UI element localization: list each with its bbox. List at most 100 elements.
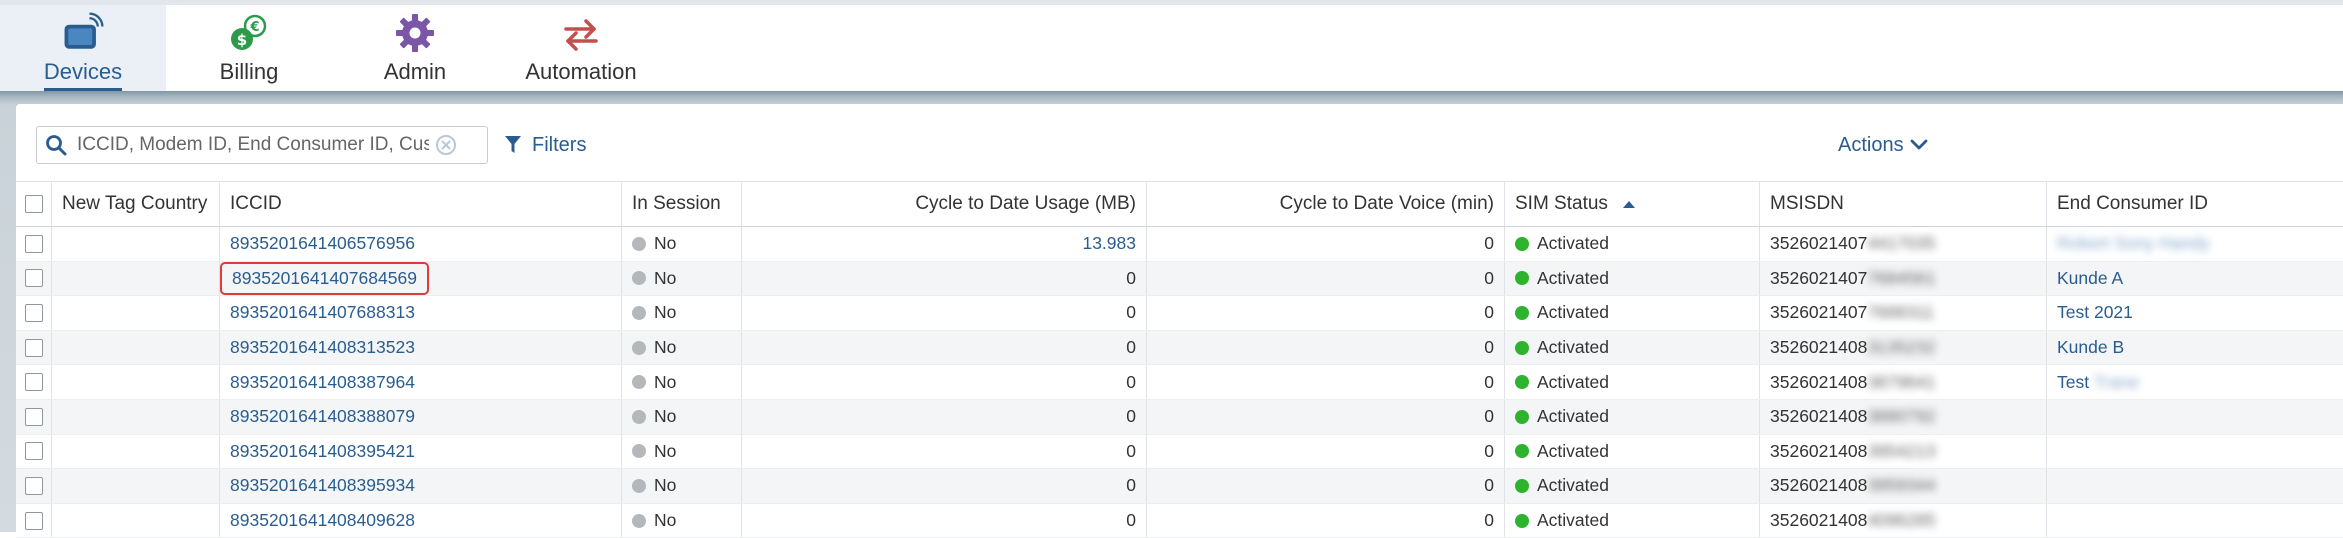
filters-button[interactable]: Filters bbox=[504, 126, 586, 164]
session-status-dot bbox=[632, 340, 646, 355]
status-cell: Activated bbox=[1505, 296, 1760, 330]
search-box bbox=[36, 126, 488, 164]
tag-cell bbox=[52, 434, 220, 469]
row-checkbox[interactable] bbox=[24, 269, 43, 288]
row-checkbox[interactable] bbox=[24, 442, 43, 461]
table-row[interactable]: 8935201641407688313 No 0 0 Activated 35260214… bbox=[16, 296, 2343, 331]
select-all-checkbox[interactable] bbox=[24, 195, 43, 213]
nav-billing[interactable]: € $ Billing bbox=[166, 5, 332, 91]
status-cell: Activated bbox=[1505, 330, 1760, 365]
session-cell: No bbox=[622, 227, 742, 261]
iccid-link[interactable]: 8935201641408388079 bbox=[230, 406, 415, 427]
table-row[interactable]: 8935201641408388079 No 0 0 Activated 35260214… bbox=[16, 399, 2343, 435]
iccid-link[interactable]: 8935201641406576956 bbox=[230, 233, 415, 254]
end-consumer-link[interactable]: Test bbox=[2057, 372, 2089, 393]
status-value: Activated bbox=[1537, 337, 1609, 358]
clear-search-icon[interactable] bbox=[431, 130, 461, 160]
iccid-link[interactable]: 8935201641408395934 bbox=[230, 475, 415, 496]
status-cell: Activated bbox=[1505, 365, 1760, 399]
msisdn-value: 3526021407 bbox=[1770, 302, 1868, 323]
status-cell: Activated bbox=[1505, 227, 1760, 261]
row-checkbox[interactable] bbox=[24, 338, 43, 357]
end-consumer-link[interactable]: Kunde B bbox=[2057, 337, 2124, 358]
voice-cell: 0 bbox=[1147, 399, 1505, 434]
activated-status-dot bbox=[1515, 340, 1529, 355]
usage-cell: 0 bbox=[742, 469, 1147, 503]
usage-value: 0 bbox=[1126, 440, 1136, 461]
table-row[interactable]: 8935201641408395934 No 0 0 Activated 35260214… bbox=[16, 469, 2343, 504]
tag-cell bbox=[52, 261, 220, 296]
usage-cell: 0 bbox=[742, 434, 1147, 469]
iccid-link[interactable]: 8935201641407688313 bbox=[230, 302, 415, 323]
tag-cell bbox=[52, 227, 220, 261]
nav-billing-label: Billing bbox=[219, 59, 279, 84]
activated-status-dot bbox=[1515, 409, 1529, 424]
session-value: No bbox=[654, 337, 677, 358]
status-value: Activated bbox=[1537, 302, 1609, 323]
session-value: No bbox=[654, 371, 677, 392]
activated-status-dot bbox=[1515, 478, 1529, 493]
iccid-cell: 8935201641408388079 bbox=[220, 399, 622, 434]
col-cycle-voice[interactable]: Cycle to Date Voice (min) bbox=[1147, 182, 1505, 226]
session-status-dot bbox=[632, 478, 646, 493]
msisdn-redacted: 7684561 bbox=[1867, 267, 1936, 288]
row-checkbox[interactable] bbox=[24, 234, 43, 253]
iccid-link[interactable]: 8935201641408387964 bbox=[230, 372, 415, 393]
col-iccid[interactable]: ICCID bbox=[220, 182, 622, 226]
nav-devices[interactable]: Devices bbox=[0, 5, 166, 91]
row-select-cell bbox=[16, 469, 52, 503]
nav-automation[interactable]: Automation bbox=[498, 5, 664, 91]
search-icon[interactable] bbox=[37, 127, 75, 163]
table-row[interactable]: 8935201641406576956 No 13.983 0 Activated 352… bbox=[16, 227, 2343, 262]
col-in-session[interactable]: In Session bbox=[622, 182, 742, 226]
table-row[interactable]: 8935201641408395421 No 0 0 Activated 35260214… bbox=[16, 434, 2343, 470]
iccid-link[interactable]: 8935201641408395421 bbox=[230, 441, 415, 462]
main-navigation: Devices € $ Billing Admin Automation bbox=[0, 5, 2343, 91]
chevron-down-icon bbox=[1910, 139, 1927, 150]
row-select-cell bbox=[16, 503, 52, 538]
iccid-link[interactable]: 8935201641408313523 bbox=[230, 337, 415, 358]
voice-cell: 0 bbox=[1147, 227, 1505, 261]
session-cell: No bbox=[622, 296, 742, 330]
status-value: Activated bbox=[1537, 440, 1609, 461]
msisdn-cell: 3526021408 3135232 bbox=[1760, 330, 2047, 365]
session-status-dot bbox=[632, 236, 646, 251]
row-select-cell bbox=[16, 365, 52, 399]
status-value: Activated bbox=[1537, 406, 1609, 427]
row-checkbox[interactable] bbox=[24, 303, 43, 322]
row-checkbox[interactable] bbox=[24, 407, 43, 426]
tag-cell bbox=[52, 365, 220, 399]
col-end-consumer-id[interactable]: End Consumer ID bbox=[2047, 182, 2343, 226]
col-sim-status[interactable]: SIM Status bbox=[1505, 182, 1760, 226]
search-input[interactable] bbox=[75, 129, 431, 161]
session-value: No bbox=[654, 267, 677, 288]
usage-value[interactable]: 13.983 bbox=[1082, 233, 1136, 254]
session-status-dot bbox=[632, 409, 646, 424]
nav-admin[interactable]: Admin bbox=[332, 5, 498, 91]
actions-button[interactable]: Actions bbox=[1838, 126, 1928, 164]
nav-automation-label: Automation bbox=[525, 59, 637, 84]
row-checkbox[interactable] bbox=[24, 373, 43, 392]
row-checkbox[interactable] bbox=[24, 511, 43, 530]
table-row[interactable]: 8935201641408409628 No 0 0 Activated 35260214… bbox=[16, 503, 2343, 538]
end-consumer-cell bbox=[2047, 400, 2343, 434]
iccid-link[interactable]: 8935201641407684569 bbox=[220, 261, 429, 295]
table-row[interactable]: 8935201641407684569 No 0 0 Activated 35260214… bbox=[16, 261, 2343, 297]
end-consumer-link[interactable]: Test 2021 bbox=[2057, 302, 2133, 323]
nav-devices-label: Devices bbox=[43, 59, 123, 84]
table-row[interactable]: 8935201641408313523 No 0 0 Activated 35260214… bbox=[16, 330, 2343, 366]
voice-cell: 0 bbox=[1147, 434, 1505, 469]
row-select-cell bbox=[16, 434, 52, 469]
col-msisdn[interactable]: MSISDN bbox=[1760, 182, 2047, 226]
status-value: Activated bbox=[1537, 475, 1609, 496]
row-checkbox[interactable] bbox=[24, 476, 43, 495]
iccid-link[interactable]: 8935201641408409628 bbox=[230, 510, 415, 531]
table-row[interactable]: 8935201641408387964 No 0 0 Activated 35260214… bbox=[16, 365, 2343, 400]
voice-value: 0 bbox=[1484, 233, 1494, 254]
status-value: Activated bbox=[1537, 233, 1609, 254]
end-consumer-link[interactable]: Kunde A bbox=[2057, 268, 2123, 289]
msisdn-cell: 3526021407 7688311 bbox=[1760, 296, 2047, 330]
col-cycle-usage[interactable]: Cycle to Date Usage (MB) bbox=[742, 182, 1147, 226]
col-new-tag-country[interactable]: New Tag Country bbox=[52, 182, 220, 226]
msisdn-redacted: 3880792 bbox=[1867, 406, 1936, 427]
